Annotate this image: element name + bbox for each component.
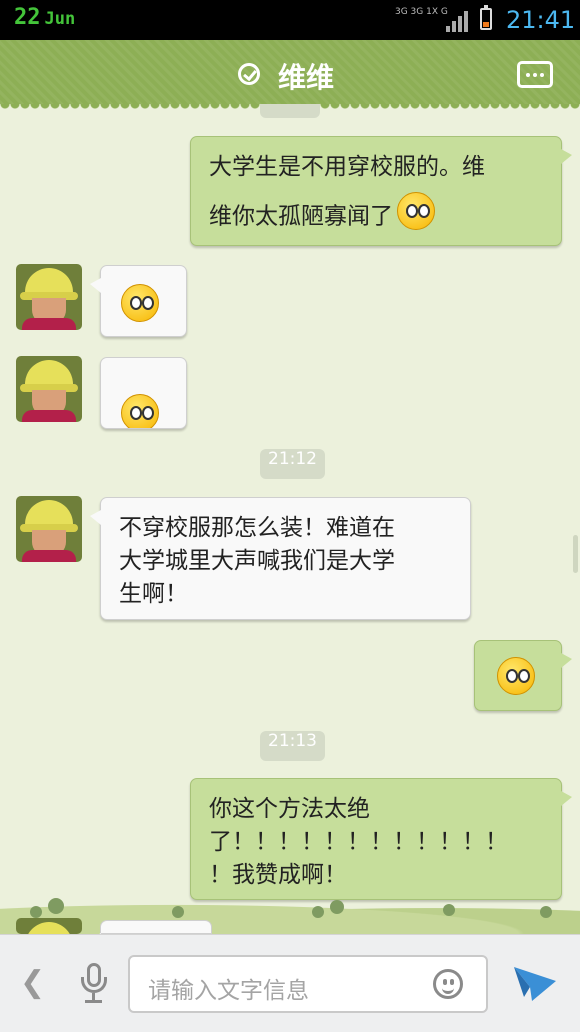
avatar[interactable] [16, 356, 82, 422]
smiley-icon[interactable] [433, 969, 463, 999]
more-icon [526, 73, 530, 77]
message-text-line: 了！！！！！！！！！！！！ [209, 829, 508, 855]
status-time: 21:41 [506, 6, 576, 34]
network-indicator: 3G 3G 1X G [395, 7, 448, 17]
message-text-line: ！我赞成啊！ [209, 862, 347, 888]
message-input[interactable]: 请输入文字信息 [128, 955, 488, 1013]
squint-emoji [497, 657, 535, 695]
scrollbar[interactable] [573, 535, 578, 573]
tree-decoration [312, 906, 324, 918]
message-text-line: 大学生是不用穿校服的。维 [209, 154, 485, 180]
timestamp-cut [260, 104, 320, 118]
chat-title: 维维 [278, 61, 335, 94]
message-bubble-in[interactable] [100, 357, 187, 429]
rolling-eyes-emoji [121, 284, 159, 322]
signal-icon [446, 10, 470, 32]
tree-decoration [48, 898, 64, 914]
status-date: 22 Jun [14, 5, 75, 30]
message-bubble-out[interactable]: 你这个方法太绝 了！！！！！！！！！！！！ ！我赞成啊！ [190, 778, 572, 900]
timestamp: 21:12 [260, 449, 325, 479]
avatar[interactable] [16, 496, 82, 562]
battery-icon [480, 5, 492, 30]
tree-decoration [172, 906, 184, 918]
message-text-line: 维你太孤陋寡闻了 [209, 192, 543, 236]
avatar[interactable] [16, 918, 82, 934]
tree-decoration [443, 904, 455, 916]
peeking-emoji [121, 394, 159, 428]
message-text-line: 大学城里大声喊我们是大学 [119, 548, 395, 574]
input-bar: ❮ 请输入文字信息 [0, 934, 580, 1032]
message-text-line: 你这个方法太绝 [209, 796, 370, 822]
background-hills [0, 900, 580, 934]
avatar[interactable] [16, 264, 82, 330]
status-day: 22 [14, 5, 41, 30]
microphone-icon[interactable] [80, 963, 108, 1007]
message-bubble-out[interactable]: 大学生是不用穿校服的。维 维你太孤陋寡闻了 [190, 136, 572, 246]
status-month: Jun [44, 9, 76, 29]
message-text-line: 生啊！ [119, 581, 188, 607]
timestamp: 21:13 [260, 731, 325, 761]
more-button[interactable] [517, 61, 553, 88]
tree-decoration [330, 900, 344, 914]
send-icon[interactable] [512, 963, 558, 1003]
tongue-wink-emoji [397, 192, 435, 230]
message-bubble-out[interactable] [474, 640, 572, 711]
tree-decoration [30, 906, 42, 918]
message-text-line: 不穿校服那怎么装！难道在 [119, 515, 395, 541]
status-bar: 22 Jun 3G 3G 1X G 21:41 [0, 0, 580, 40]
message-bubble-in[interactable]: 不穿校服那怎么装！难道在 大学城里大声喊我们是大学 生啊！ [90, 497, 471, 620]
chevron-left-icon[interactable]: ❮ [20, 965, 45, 1000]
tree-decoration [540, 906, 552, 918]
check-circle-icon [238, 63, 260, 85]
message-bubble-in[interactable] [90, 920, 212, 948]
message-bubble-in[interactable] [90, 265, 187, 337]
chat-header: 维维 [0, 40, 580, 110]
message-input-placeholder: 请输入文字信息 [148, 978, 309, 1004]
